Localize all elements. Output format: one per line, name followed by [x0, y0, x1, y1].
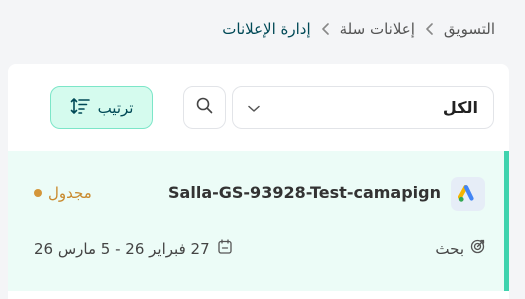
campaign-row[interactable]: Salla-GS-93928-Test-camapign مجدول بحث 2…	[8, 151, 509, 291]
sort-button[interactable]: ترتيب	[50, 86, 153, 129]
chevron-left-icon	[425, 23, 434, 35]
status-badge: مجدول	[34, 184, 92, 202]
chevron-left-icon	[321, 23, 330, 35]
campaigns-card: الكل ترتيب Salla-GS-93928-Test-camapign …	[8, 64, 509, 299]
breadcrumb-salla-ads[interactable]: إعلانات سلة	[340, 20, 415, 38]
filter-select-value: الكل	[442, 98, 478, 117]
search-button[interactable]	[183, 86, 226, 129]
campaign-date-range: 27 فبراير 26 - 5 مارس 26	[34, 239, 210, 258]
status-label: مجدول	[48, 184, 92, 202]
breadcrumb: التسويق إعلانات سلة إدارة الإعلانات	[10, 18, 495, 40]
breadcrumb-ads-management: إدارة الإعلانات	[222, 20, 311, 38]
campaign-type-label: بحث	[435, 239, 464, 258]
google-ads-icon	[451, 177, 485, 211]
campaign-type: بحث	[435, 239, 485, 258]
campaign-accent-bar	[504, 151, 509, 291]
search-icon	[196, 97, 213, 118]
chevron-down-icon	[248, 98, 260, 117]
toolbar: الكل ترتيب	[8, 86, 509, 130]
sort-icon	[70, 97, 90, 119]
campaign-name[interactable]: Salla-GS-93928-Test-camapign	[168, 183, 441, 202]
campaign-dates: 27 فبراير 26 - 5 مارس 26	[34, 239, 232, 258]
filter-select[interactable]: الكل	[232, 86, 494, 129]
sort-label: ترتيب	[97, 98, 134, 117]
status-dot	[34, 189, 42, 197]
calendar-icon	[217, 239, 232, 258]
breadcrumb-marketing[interactable]: التسويق	[444, 20, 495, 38]
target-icon	[470, 239, 485, 258]
